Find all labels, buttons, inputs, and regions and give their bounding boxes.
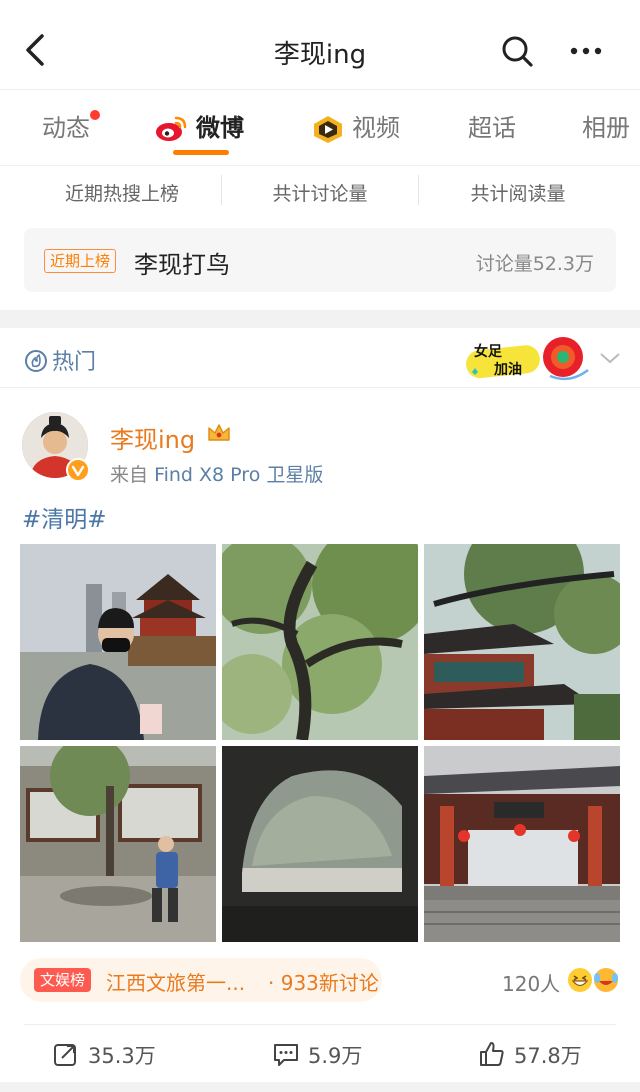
tab-video[interactable]: 视频 — [312, 110, 400, 146]
tab-label: 微博 — [196, 114, 244, 142]
comment-button[interactable]: 5.9万 — [272, 1040, 362, 1074]
hot-icon — [25, 350, 47, 372]
active-tab-indicator — [173, 150, 229, 155]
photo-5[interactable] — [222, 746, 418, 942]
like-button[interactable]: 57.8万 — [478, 1040, 582, 1074]
crown-icon — [208, 424, 230, 441]
section-gap — [0, 1082, 640, 1092]
tab-label: 超话 — [468, 114, 516, 142]
trend-count: · 933新讨论 — [268, 971, 379, 995]
tab-label: 相册 — [582, 114, 630, 142]
like-icon — [480, 1042, 504, 1066]
repost-button[interactable]: 35.3万 — [52, 1040, 156, 1074]
cheer-line2: 加油 — [493, 361, 522, 378]
photo-2[interactable] — [222, 544, 418, 740]
search-icon[interactable] — [500, 34, 534, 68]
stat-hot-search: 近期热搜上榜 — [64, 183, 179, 205]
womens-football-cheer-sticker[interactable]: 女足 加油 — [460, 332, 592, 382]
photo-1[interactable] — [20, 544, 216, 740]
hot-sort-button[interactable]: 热门 — [24, 344, 96, 376]
more-icon[interactable] — [568, 36, 604, 66]
rank-tag: 近期上榜 — [44, 249, 117, 273]
trend-chip[interactable]: 文娱榜 江西文旅第一... · 933新讨论 — [20, 958, 382, 1002]
like-count: 57.8万 — [514, 1044, 582, 1068]
tab-label: 视频 — [352, 114, 400, 142]
stats-row: 近期热搜上榜 共计讨论量 共计阅读量 — [0, 167, 640, 217]
comment-icon — [274, 1044, 298, 1066]
hot-label: 热门 — [52, 350, 97, 375]
sort-bar: 热门 女足 加油 — [0, 328, 640, 388]
laugh-cry-emoji-icon — [594, 968, 618, 992]
rank-title: 李现打鸟 — [134, 251, 230, 279]
tab-supertopic[interactable]: 超话 — [468, 110, 516, 146]
stat-discussion: 共计讨论量 — [272, 183, 368, 205]
photo-grid — [20, 544, 620, 942]
section-gap — [0, 310, 640, 328]
post-username[interactable]: 李现ing — [110, 420, 195, 455]
stat-reads: 共计阅读量 — [470, 183, 566, 205]
rank-count: 讨论量52.3万 — [475, 253, 594, 275]
video-icon — [314, 116, 342, 143]
post-source: 来自 Find X8 Pro 卫星版 — [110, 460, 323, 487]
tab-label: 动态 — [42, 114, 90, 142]
chevron-down-icon[interactable] — [598, 348, 622, 368]
repost-icon — [54, 1044, 76, 1066]
grin-emoji-icon — [568, 968, 592, 992]
tab-album[interactable]: 相册 — [582, 110, 630, 146]
trend-text: 江西文旅第一... — [106, 971, 246, 995]
post-card: 李现ing 来自 Find X8 Pro 卫星版 #清明# 文娱榜 江西文旅第一… — [0, 390, 640, 1092]
source-prefix: 来自 — [110, 464, 149, 486]
photo-3[interactable] — [424, 544, 620, 740]
notification-dot — [90, 110, 100, 120]
reaction-count: 120人 — [502, 972, 561, 996]
comment-count: 5.9万 — [308, 1044, 363, 1068]
device-link[interactable]: Find X8 Pro 卫星版 — [154, 464, 323, 486]
tab-dynamics[interactable]: 动态 — [42, 110, 100, 146]
cheer-line1: 女足 — [474, 343, 503, 360]
photo-6[interactable] — [424, 746, 620, 942]
top-nav: 李现ing — [0, 0, 640, 90]
hot-search-entry[interactable]: 近期上榜 李现打鸟 讨论量52.3万 — [24, 228, 616, 292]
photo-4[interactable] — [20, 746, 216, 942]
trend-badge: 文娱榜 — [34, 968, 92, 992]
repost-count: 35.3万 — [88, 1044, 156, 1068]
divider — [24, 1024, 616, 1025]
topic-hashtag[interactable]: #清明# — [22, 500, 107, 534]
page-title: 李现ing — [273, 40, 367, 70]
profile-tabs: 动态 微博 视频 超话 相册 — [0, 90, 640, 166]
weibo-logo-icon — [156, 116, 187, 141]
tab-weibo[interactable]: 微博 — [154, 110, 244, 146]
verified-badge-icon — [66, 458, 90, 482]
